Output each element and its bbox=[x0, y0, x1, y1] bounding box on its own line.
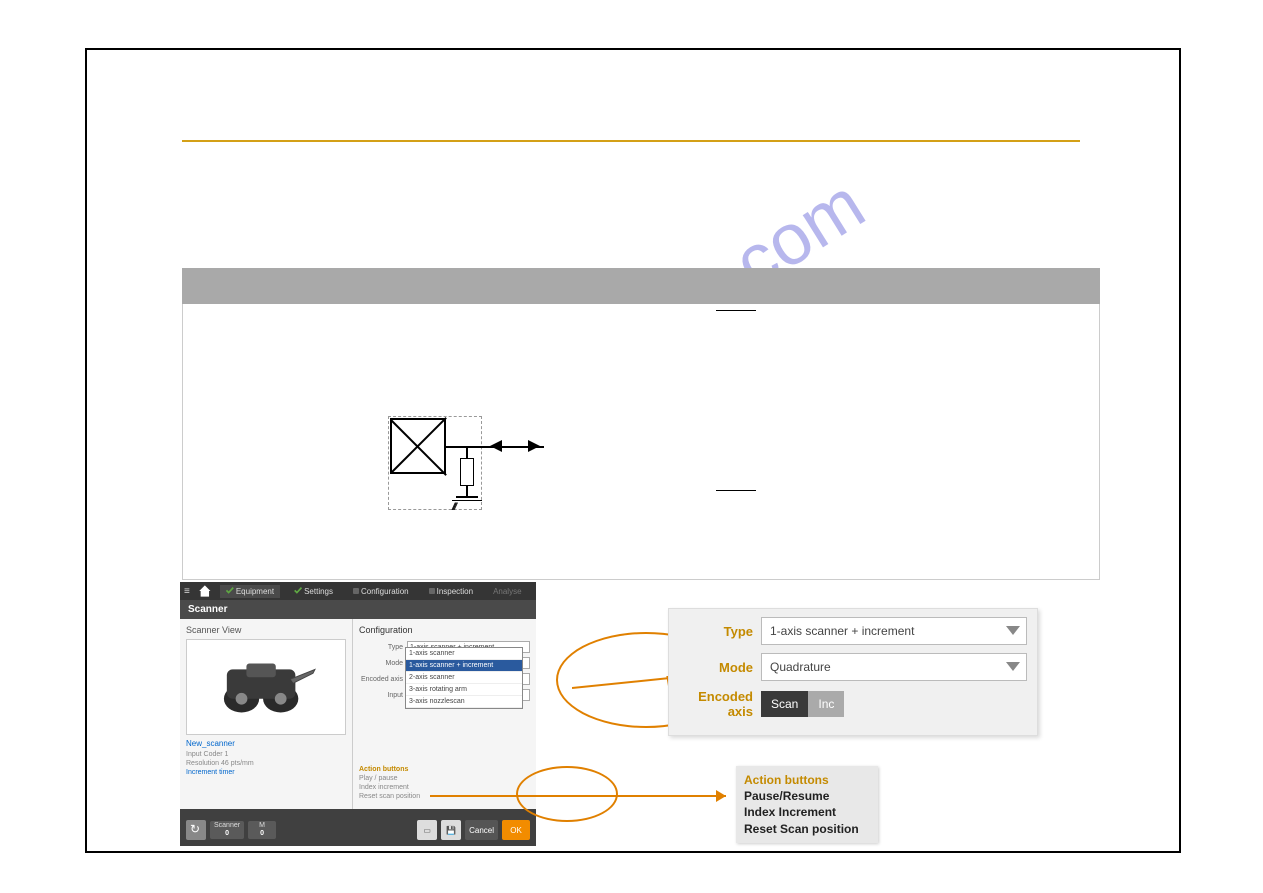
dot-icon bbox=[353, 588, 359, 594]
underline-1 bbox=[716, 310, 756, 311]
action-box-title: Action buttons bbox=[744, 772, 870, 788]
ok-button[interactable]: OK bbox=[502, 820, 530, 840]
dropdown-option[interactable]: 3-axis nozzlescan bbox=[406, 696, 522, 708]
toggle-inc[interactable]: Inc bbox=[808, 691, 844, 717]
type-label: Type bbox=[679, 624, 761, 639]
action-box-line: Reset Scan position bbox=[744, 821, 870, 837]
mode-label: Mode bbox=[679, 660, 761, 675]
action-buttons-text: Action buttons Play / pause Index increm… bbox=[359, 765, 420, 801]
tab-label: Inspection bbox=[437, 587, 473, 596]
scanner-name-link[interactable]: New_scanner bbox=[186, 739, 346, 748]
refresh-button[interactable] bbox=[186, 820, 206, 840]
encoded-axis-label: Encoded axis bbox=[679, 689, 761, 719]
tab-analyse[interactable]: Analyse bbox=[487, 585, 527, 598]
mode-value: Quadrature bbox=[770, 660, 831, 674]
type-select-large[interactable]: 1-axis scanner + increment bbox=[761, 617, 1027, 645]
scanner-view-pane: Scanner View New_scanner Input Coder 1 R… bbox=[180, 619, 352, 809]
underline-2 bbox=[716, 490, 756, 491]
type-dropdown[interactable]: 1-axis scanner 1-axis scanner + incremen… bbox=[405, 647, 523, 709]
dropdown-option[interactable]: 2-axis scanner bbox=[406, 672, 522, 684]
encoded-axis-toggle: Scan Inc bbox=[761, 691, 844, 717]
m-stat: M0 bbox=[248, 821, 276, 838]
section-divider bbox=[182, 140, 1080, 142]
dropdown-option[interactable]: 1-axis scanner bbox=[406, 648, 522, 660]
tab-settings[interactable]: Settings bbox=[288, 585, 339, 598]
config-detail-panel: Type 1-axis scanner + increment Mode Qua… bbox=[668, 608, 1038, 736]
bottom-toolbar: Scanner0 M0 ▭ 💾 Cancel OK bbox=[180, 814, 536, 846]
chevron-down-icon bbox=[1006, 662, 1020, 671]
mode-select-large[interactable]: Quadrature bbox=[761, 653, 1027, 681]
dropdown-option[interactable]: 3-axis rotating arm bbox=[406, 684, 522, 696]
field-label-type: Type bbox=[359, 644, 403, 651]
configuration-pane: Configuration Type 1-axis scanner + incre… bbox=[352, 619, 536, 809]
check-icon bbox=[294, 587, 302, 595]
toggle-scan[interactable]: Scan bbox=[761, 691, 808, 717]
dropdown-option-selected[interactable]: 1-axis scanner + increment bbox=[406, 660, 522, 672]
cancel-button[interactable]: Cancel bbox=[465, 820, 498, 840]
info-box-header bbox=[182, 268, 1100, 304]
scanner-stat: Scanner0 bbox=[210, 821, 244, 838]
field-label-input: Input bbox=[359, 692, 403, 699]
action-line: Index increment bbox=[359, 783, 420, 792]
callout-arrow-1 bbox=[572, 676, 682, 706]
callout-arrow-2 bbox=[430, 790, 740, 810]
folder-button[interactable]: ▭ bbox=[417, 820, 437, 840]
check-icon bbox=[226, 587, 234, 595]
dot-icon bbox=[429, 588, 435, 594]
panel-body: Scanner View New_scanner Input Coder 1 R… bbox=[180, 619, 536, 809]
scanner-thumbnail[interactable] bbox=[186, 639, 346, 735]
save-button[interactable]: 💾 bbox=[441, 820, 461, 840]
field-label-mode: Mode bbox=[359, 660, 403, 667]
tab-label: Equipment bbox=[236, 587, 274, 596]
tab-configuration[interactable]: Configuration bbox=[347, 585, 415, 598]
panel-header: Scanner bbox=[180, 600, 536, 619]
action-buttons-box: Action buttons Pause/Resume Index Increm… bbox=[736, 766, 878, 843]
scanner-device-icon bbox=[187, 640, 345, 734]
scanner-meta: Input Coder 1 Resolution 46 pts/mm Incre… bbox=[186, 750, 346, 777]
tab-label: Settings bbox=[304, 587, 333, 596]
menu-icon[interactable]: ≡ bbox=[184, 586, 190, 597]
config-title: Configuration bbox=[359, 625, 530, 635]
meta-line: Input Coder 1 bbox=[186, 750, 346, 759]
tab-inspection[interactable]: Inspection bbox=[423, 585, 479, 598]
type-value: 1-axis scanner + increment bbox=[770, 624, 914, 638]
meta-line: Resolution 46 pts/mm bbox=[186, 759, 346, 768]
action-line: Reset scan position bbox=[359, 792, 420, 801]
info-box bbox=[182, 268, 1100, 580]
ground-hatch: //// bbox=[452, 502, 455, 513]
tab-label: Configuration bbox=[361, 587, 409, 596]
action-line: Play / pause bbox=[359, 774, 420, 783]
tab-equipment[interactable]: Equipment bbox=[220, 585, 280, 598]
schematic-symbol: //// bbox=[390, 418, 550, 516]
top-toolbar: ≡ Equipment Settings Configuration Inspe… bbox=[180, 582, 536, 600]
meta-line: Increment timer bbox=[186, 768, 346, 777]
action-box-line: Pause/Resume bbox=[744, 788, 870, 804]
scanner-view-title: Scanner View bbox=[186, 625, 346, 635]
chevron-down-icon bbox=[1006, 626, 1020, 635]
field-label-encoded-axis: Encoded axis bbox=[359, 676, 403, 683]
action-box-line: Index Increment bbox=[744, 804, 870, 820]
action-title: Action buttons bbox=[359, 765, 420, 774]
home-icon[interactable] bbox=[198, 584, 212, 598]
tab-label: Analyse bbox=[493, 587, 521, 596]
